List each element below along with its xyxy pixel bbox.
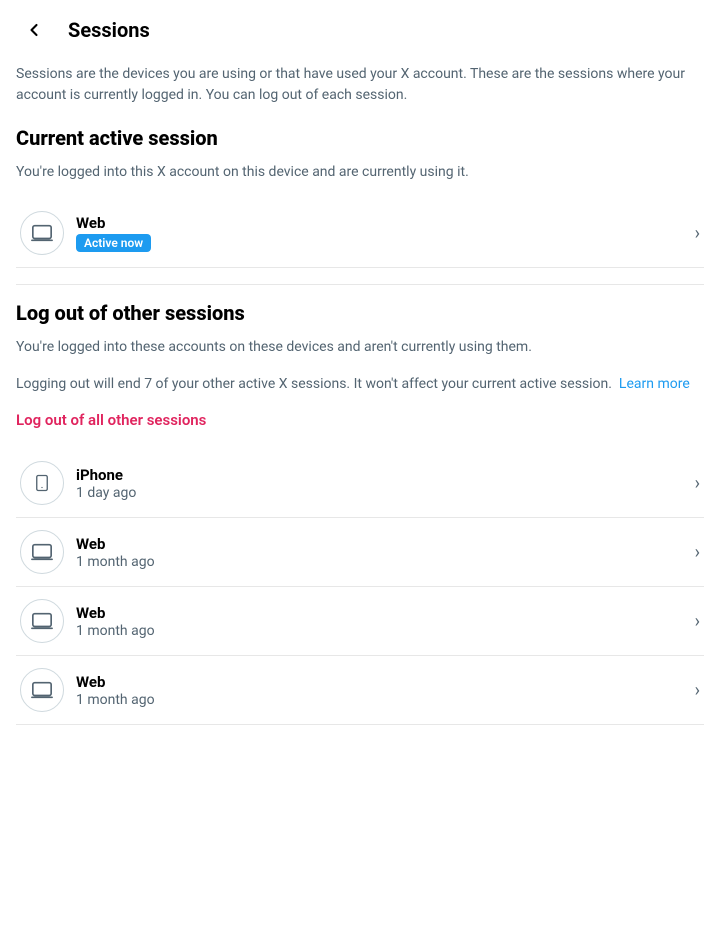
current-session-icon-wrap (20, 211, 64, 255)
other-sessions-title: Log out of other sessions (16, 301, 704, 325)
web1-icon-wrap (20, 530, 64, 574)
web2-icon-wrap (20, 599, 64, 643)
web1-session-info: Web 1 month ago (76, 535, 687, 570)
warning-text: Logging out will end 7 of your other act… (16, 374, 704, 395)
web1-session-name: Web (76, 535, 687, 553)
iphone-session-info: iPhone 1 day ago (76, 466, 687, 501)
session-item-web-3[interactable]: Web 1 month ago › (16, 656, 704, 725)
session-item-web-1[interactable]: Web 1 month ago › (16, 518, 704, 587)
iphone-session-time: 1 day ago (76, 485, 687, 501)
web3-session-info: Web 1 month ago (76, 673, 687, 708)
other-sessions-subtitle: You're logged into these accounts on the… (16, 337, 704, 358)
current-session-title: Current active session (16, 126, 704, 150)
web1-session-time: 1 month ago (76, 554, 687, 570)
current-session-info: Web Active now (76, 214, 687, 252)
web2-session-name: Web (76, 604, 687, 622)
iphone-icon-wrap (20, 461, 64, 505)
laptop-icon-3 (31, 610, 53, 632)
current-session-name: Web (76, 214, 687, 232)
logout-all-button[interactable]: Log out of all other sessions (16, 411, 206, 429)
other-sessions-list: iPhone 1 day ago › Web 1 month ago › (16, 449, 704, 725)
other-sessions-section: Log out of other sessions You're logged … (16, 301, 704, 725)
laptop-icon-4 (31, 679, 53, 701)
laptop-icon (31, 222, 53, 244)
active-now-badge: Active now (76, 234, 151, 252)
web1-session-chevron-icon: › (695, 542, 700, 563)
iphone-session-name: iPhone (76, 466, 687, 484)
session-item-web-2[interactable]: Web 1 month ago › (16, 587, 704, 656)
current-session-subtitle: You're logged into this X account on thi… (16, 162, 704, 183)
web3-session-chevron-icon: › (695, 680, 700, 701)
web2-session-time: 1 month ago (76, 623, 687, 639)
iphone-session-chevron-icon: › (695, 473, 700, 494)
laptop-icon-2 (31, 541, 53, 563)
learn-more-link[interactable]: Learn more (619, 376, 690, 392)
session-item-iphone[interactable]: iPhone 1 day ago › (16, 449, 704, 518)
web2-session-chevron-icon: › (695, 611, 700, 632)
web3-session-name: Web (76, 673, 687, 691)
back-button[interactable] (16, 12, 52, 48)
web3-session-time: 1 month ago (76, 692, 687, 708)
current-session-item[interactable]: Web Active now › (16, 199, 704, 268)
current-session-chevron-icon: › (695, 223, 700, 244)
page-title: Sessions (68, 18, 150, 42)
phone-icon (33, 472, 51, 494)
back-icon (24, 20, 44, 40)
current-session-section: Current active session You're logged int… (16, 126, 704, 268)
web2-session-info: Web 1 month ago (76, 604, 687, 639)
intro-description: Sessions are the devices you are using o… (16, 64, 704, 106)
main-content: Sessions are the devices you are using o… (0, 60, 720, 725)
section-divider (16, 284, 704, 285)
web3-icon-wrap (20, 668, 64, 712)
header: Sessions (0, 0, 720, 60)
